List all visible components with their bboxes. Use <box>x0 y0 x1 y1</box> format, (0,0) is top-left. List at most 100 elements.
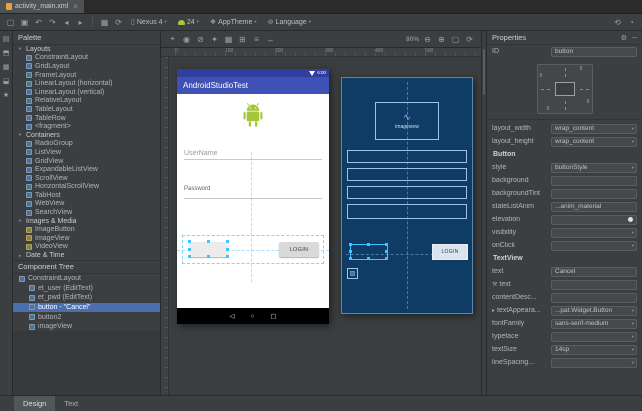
align-icon[interactable]: ≡ <box>251 33 262 45</box>
zoom-fit-icon[interactable]: ▢ <box>450 33 461 45</box>
tab-close-icon[interactable]: × <box>73 3 78 11</box>
tree-item-constraintlayout[interactable]: ConstraintLayout <box>13 274 160 284</box>
blueprint-cancel-button[interactable] <box>350 244 388 260</box>
selection-handle-icon[interactable] <box>207 240 210 243</box>
back-icon[interactable]: ◁ <box>229 312 234 320</box>
property-value-typeface[interactable] <box>551 332 637 342</box>
tree-item-button-cancel[interactable]: button - "Cancel" <box>13 303 160 313</box>
theme-selector[interactable]: ❖ AppTheme ▾ <box>206 17 261 27</box>
constraint-line-bottom[interactable] <box>565 101 566 110</box>
structure-tool-icon[interactable]: ⬒ <box>3 50 10 57</box>
palette-item-imageview[interactable]: ImageView <box>13 234 160 243</box>
back-navigation-icon[interactable]: ◂ <box>61 16 72 28</box>
selection-handle-icon[interactable] <box>385 250 388 253</box>
autoconnect-icon[interactable]: ◉ <box>181 33 192 45</box>
palette-section-images-media[interactable]: ▾Images & Media <box>13 217 160 226</box>
selection-handle-icon[interactable] <box>226 240 229 243</box>
palette-item-framelayout[interactable]: FrameLayout <box>13 71 160 80</box>
palette-item-radiogroup[interactable]: RadioGroup <box>13 140 160 149</box>
property-value-layout-width[interactable]: wrap_content <box>551 124 637 134</box>
selection-handle-icon[interactable] <box>349 243 352 246</box>
property-value-background[interactable] <box>551 176 637 186</box>
palette-item-expandablelistview[interactable]: ExpandableListView <box>13 165 160 174</box>
margin-left-value[interactable]: 8 <box>540 73 543 79</box>
tree-item-et-user-edittext[interactable]: et_user (EditText) <box>13 283 160 293</box>
constraint-widget-box[interactable]: 8 8 8 8 <box>537 64 593 114</box>
infer-constraints-icon[interactable]: ✦ <box>209 33 220 45</box>
property-value-elevation[interactable] <box>551 215 637 225</box>
password-edittext[interactable] <box>184 198 322 199</box>
recents-icon[interactable]: ▢ <box>270 312 276 320</box>
palette-section-containers[interactable]: ▾Containers <box>13 131 160 140</box>
property-value-visibility[interactable] <box>551 228 637 238</box>
margin-top-value[interactable]: 8 <box>580 66 583 72</box>
distribute-icon[interactable]: ↔ <box>265 33 276 45</box>
blueprint-login-button[interactable]: LOGIN <box>432 244 468 260</box>
design-view[interactable]: 6:00 AndroidStudioTest <box>177 69 329 324</box>
property-value-text[interactable] <box>551 280 637 290</box>
design-mode-tab[interactable]: Design <box>14 396 55 411</box>
constraint-widget[interactable]: 8 8 8 8 <box>487 58 642 120</box>
property-value-linespacing[interactable] <box>551 358 637 368</box>
palette-section-date-time[interactable]: ▸Date & Time <box>13 251 160 260</box>
blueprint-view[interactable]: ∿ imageview LOGIN ▨ <box>341 77 473 314</box>
editor-tab-activity-main[interactable]: activity_main.xml × <box>0 0 84 13</box>
canvas-scrollbar[interactable] <box>481 31 486 395</box>
undo-icon[interactable]: ↶ <box>33 16 44 28</box>
property-value-text[interactable]: Cancel <box>551 267 637 277</box>
selection-handle-icon[interactable] <box>188 248 191 251</box>
constraint-widget-center[interactable] <box>555 82 575 96</box>
property-value-onclick[interactable] <box>551 241 637 251</box>
selection-handle-icon[interactable] <box>349 257 352 260</box>
selection-handle-icon[interactable] <box>226 248 229 251</box>
property-value-contentdesc[interactable] <box>551 293 637 303</box>
tree-item-et-pwd-edittext[interactable]: et_pwd (EditText) <box>13 293 160 303</box>
palette-item-searchview[interactable]: SearchView <box>13 208 160 217</box>
selection-handle-icon[interactable] <box>385 243 388 246</box>
show-constraints-icon[interactable]: ⌖ <box>167 33 178 45</box>
scrollbar-thumb[interactable] <box>483 49 485 95</box>
palette-item-tablelayout[interactable]: TableLayout <box>13 105 160 114</box>
home-icon[interactable]: ○ <box>250 313 254 320</box>
constraint-line-left[interactable] <box>541 89 550 90</box>
selection-handle-icon[interactable] <box>188 255 191 258</box>
redo-icon[interactable]: ↷ <box>47 16 58 28</box>
selection-handle-icon[interactable] <box>207 255 210 258</box>
palette-item-imagebutton[interactable]: ImageButton <box>13 225 160 234</box>
clear-constraints-icon[interactable]: ⊘ <box>195 33 206 45</box>
refresh-layout-icon[interactable]: ⟳ <box>464 33 475 45</box>
zoom-in-icon[interactable]: ⊕ <box>436 33 447 45</box>
palette-item-listview[interactable]: ListView <box>13 148 160 157</box>
design-canvas[interactable]: 6:00 AndroidStudioTest <box>161 57 481 395</box>
palette-item-linearlayout-vertical[interactable]: LinearLayout (vertical) <box>13 88 160 97</box>
selection-handle-icon[interactable] <box>188 240 191 243</box>
open-file-icon[interactable]: ▢ <box>5 16 16 28</box>
palette-item-tablerow[interactable]: TableRow <box>13 114 160 123</box>
selection-handle-icon[interactable] <box>226 255 229 258</box>
cancel-button[interactable] <box>190 242 228 257</box>
palette-item-videoview[interactable]: VideoView <box>13 243 160 252</box>
username-edittext[interactable]: UserName <box>184 150 322 160</box>
text-mode-tab[interactable]: Text <box>55 396 87 411</box>
build-variants-tool-icon[interactable]: ⬓ <box>3 78 10 85</box>
property-value-textsize[interactable]: 14sp <box>551 345 637 355</box>
tree-item-imageview[interactable]: imageView <box>13 322 160 332</box>
constraint-line-right[interactable] <box>580 89 589 90</box>
selection-handle-icon[interactable] <box>385 257 388 260</box>
language-selector[interactable]: ⊚ Language ▾ <box>264 17 315 27</box>
margin-right-value[interactable]: 8 <box>587 99 590 105</box>
palette-item-constraintlayout[interactable]: ConstraintLayout <box>13 54 160 63</box>
tree-item-button2[interactable]: button2 <box>13 312 160 322</box>
forward-navigation-icon[interactable]: ▸ <box>75 16 86 28</box>
constraint-line-top[interactable] <box>565 68 566 77</box>
android-robot-image[interactable] <box>238 101 268 131</box>
margin-bottom-value[interactable]: 8 <box>547 106 550 112</box>
device-selector[interactable]: ▯ Nexus 4 ▾ <box>127 17 171 27</box>
palette-item-scrollview[interactable]: ScrollView <box>13 174 160 183</box>
property-value-layout-height[interactable]: wrap_content <box>551 137 637 147</box>
property-value-fontfamily[interactable]: sans-serif-medium <box>551 319 637 329</box>
favorites-tool-icon[interactable]: ★ <box>3 92 9 99</box>
orientation-icon[interactable]: ⟳ <box>113 16 124 28</box>
design-surface-icon[interactable]: ▦ <box>99 16 110 28</box>
palette-item-horizontalscrollview[interactable]: HorizontalScrollView <box>13 183 160 192</box>
